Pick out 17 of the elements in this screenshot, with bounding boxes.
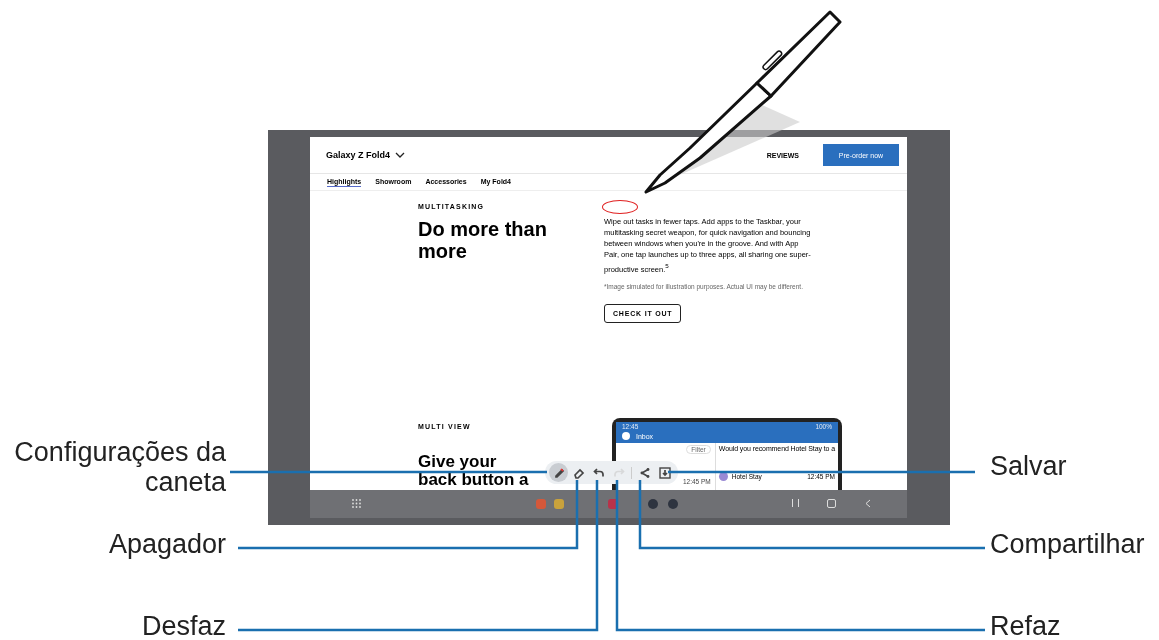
callout-label: Compartilhar [990,530,1145,560]
callout-label: Salvar [990,452,1067,482]
callout-label: Desfaz [141,612,226,640]
callout-label: Refaz [990,612,1061,640]
recents-icon[interactable] [792,499,799,507]
section-heading: Give your back button a [418,453,530,489]
app-logo-icon [622,432,630,440]
chevron-down-icon [395,152,406,158]
back-icon[interactable] [865,499,871,508]
callout-label: Configurações da caneta [14,438,226,498]
apps-grid-icon[interactable] [352,499,361,508]
avatar-icon [718,472,728,481]
section-heading: Do more than more [418,218,548,262]
callout-label: Apagador [108,530,226,560]
folder-icon[interactable] [554,499,564,509]
home-icon[interactable] [827,499,836,508]
product-menu[interactable]: Galaxy Z Fold4 [326,150,767,160]
